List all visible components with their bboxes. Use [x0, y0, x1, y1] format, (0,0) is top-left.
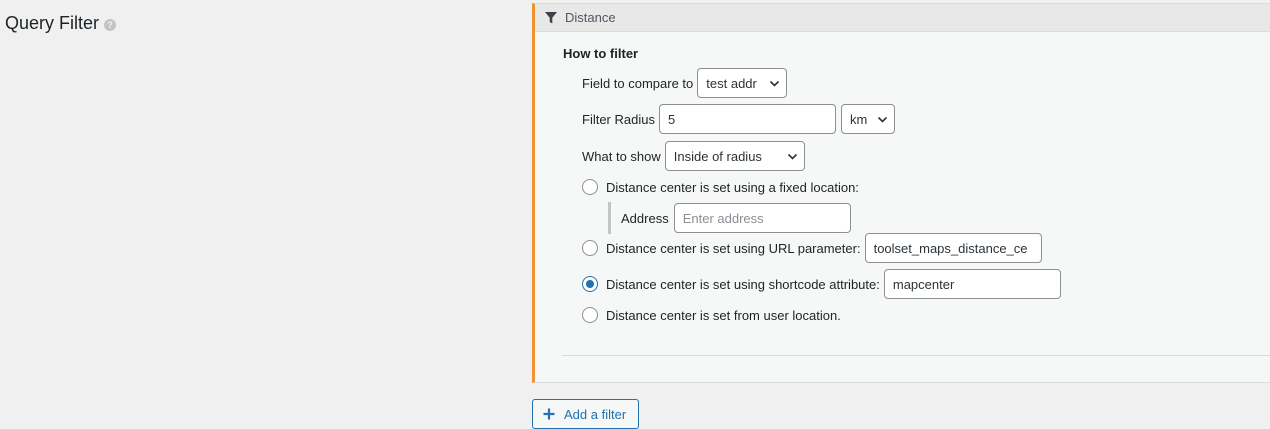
option-url-parameter-label: Distance center is set using URL paramet…: [606, 240, 861, 256]
option-user-location-label: Distance center is set from user locatio…: [606, 307, 841, 323]
add-filter-button[interactable]: Add a filter: [532, 399, 639, 429]
option-shortcode-attribute[interactable]: Distance center is set using shortcode a…: [582, 269, 1061, 299]
radio-user-location[interactable]: [582, 307, 598, 323]
section-title: Query Filter ?: [5, 13, 117, 34]
shortcode-attribute-input[interactable]: [883, 269, 1061, 299]
field-compare-row: Field to compare to test addr: [582, 68, 788, 98]
filter-radius-input[interactable]: [658, 104, 836, 134]
radio-shortcode-attribute[interactable]: [582, 276, 598, 292]
panel-divider: [562, 355, 1270, 356]
radio-fixed-location[interactable]: [582, 179, 598, 195]
option-fixed-location[interactable]: Distance center is set using a fixed loc…: [582, 179, 859, 195]
section-title-text: Query Filter: [5, 13, 100, 33]
panel-title: Distance: [565, 10, 616, 25]
field-compare-value: test addr: [706, 75, 757, 91]
plus-icon: [543, 408, 555, 420]
add-filter-label: Add a filter: [564, 406, 627, 422]
chevron-down-icon: [770, 80, 780, 87]
filter-radius-label: Filter Radius: [582, 111, 655, 127]
chevron-down-icon: [877, 116, 888, 123]
address-block: Address: [608, 202, 851, 234]
what-to-show-value: Inside of radius: [673, 148, 762, 164]
how-to-filter-heading: How to filter: [563, 46, 639, 61]
chevron-down-icon: [787, 153, 797, 160]
radio-url-parameter[interactable]: [582, 240, 598, 256]
funnel-icon: [545, 11, 557, 23]
field-compare-select[interactable]: test addr: [697, 68, 788, 98]
url-parameter-input[interactable]: [864, 233, 1042, 263]
what-to-show-row: What to show Inside of radius: [582, 141, 805, 171]
option-fixed-location-label: Distance center is set using a fixed loc…: [606, 179, 859, 195]
help-icon[interactable]: ?: [104, 19, 117, 31]
option-shortcode-attribute-label: Distance center is set using shortcode a…: [606, 276, 880, 292]
radius-unit-select[interactable]: km: [840, 104, 895, 134]
filter-radius-row: Filter Radius km: [582, 104, 895, 134]
panel-header[interactable]: Distance: [535, 4, 1270, 32]
what-to-show-label: What to show: [582, 148, 661, 164]
what-to-show-select[interactable]: Inside of radius: [664, 141, 805, 171]
address-input[interactable]: [673, 203, 851, 233]
option-url-parameter[interactable]: Distance center is set using URL paramet…: [582, 233, 1042, 263]
option-user-location[interactable]: Distance center is set from user locatio…: [582, 307, 841, 323]
radius-unit-value: km: [849, 111, 868, 127]
address-label: Address: [621, 210, 669, 226]
distance-filter-panel: Distance How to filter Field to compare …: [532, 3, 1270, 383]
radio-selected-dot: [586, 280, 594, 288]
field-compare-label: Field to compare to: [582, 75, 694, 91]
